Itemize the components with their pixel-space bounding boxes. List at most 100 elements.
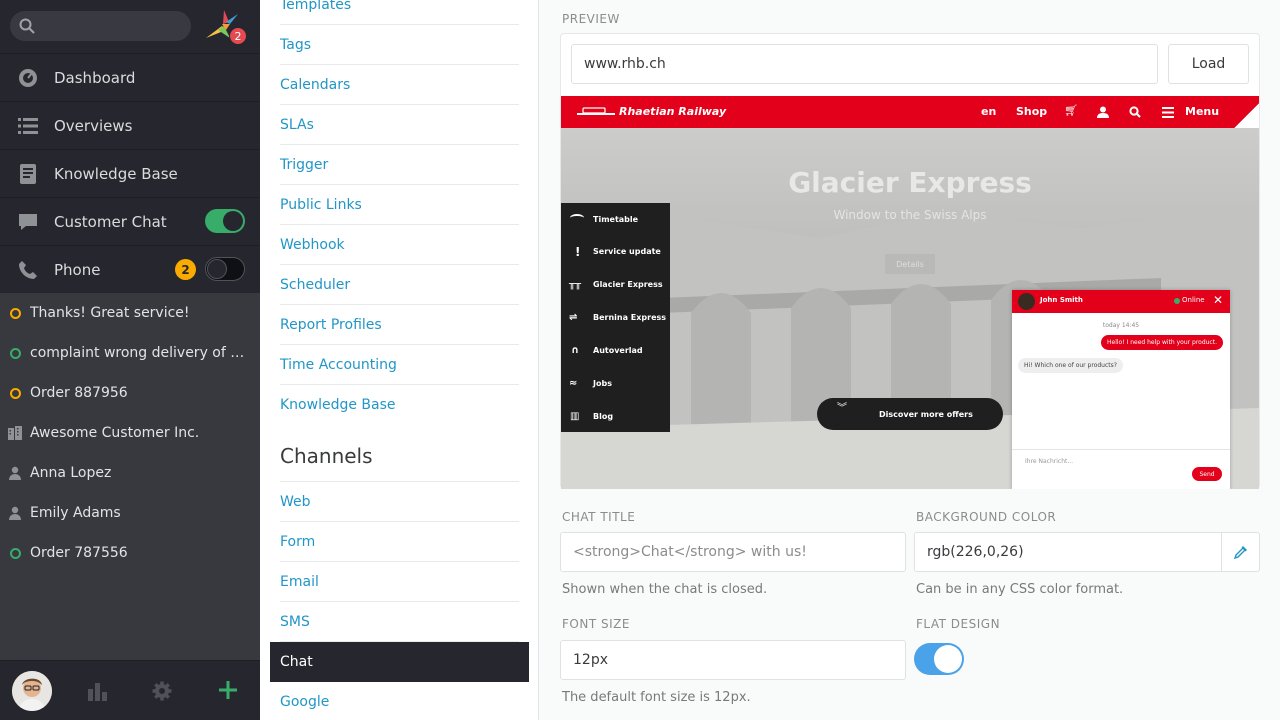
task-label: Anna Lopez bbox=[30, 465, 112, 481]
task-item[interactable]: Thanks! Great service! bbox=[0, 293, 260, 333]
side-menu-item[interactable]: ⇌ Bernina Express bbox=[561, 301, 670, 334]
channel-link-email[interactable]: Email bbox=[280, 562, 519, 602]
add-icon[interactable] bbox=[218, 680, 238, 700]
settings-link-trigger[interactable]: Trigger bbox=[280, 145, 519, 185]
ticket-open-icon bbox=[10, 348, 21, 359]
task-item[interactable]: Awesome Customer Inc. bbox=[0, 413, 260, 453]
language-link[interactable]: en bbox=[981, 105, 996, 118]
channel-link-chat[interactable]: Chat bbox=[270, 642, 529, 682]
settings-link-slas[interactable]: SLAs bbox=[280, 105, 519, 145]
settings-link-knowledge-base[interactable]: Knowledge Base bbox=[280, 385, 519, 425]
agent-name: John Smith bbox=[1040, 296, 1083, 304]
shop-link[interactable]: Shop bbox=[1016, 105, 1047, 118]
nav-label: Customer Chat bbox=[54, 212, 167, 231]
nav-label: Phone bbox=[54, 260, 101, 279]
nav-overviews[interactable]: Overviews bbox=[0, 102, 260, 149]
preview-label: PREVIEW bbox=[562, 12, 620, 26]
settings-link-calendars[interactable]: Calendars bbox=[280, 65, 519, 105]
chat-title-hint: Shown when the chat is closed. bbox=[562, 582, 768, 597]
font-size-input[interactable]: 12px bbox=[560, 640, 906, 680]
nav-dashboard[interactable]: Dashboard bbox=[0, 54, 260, 101]
side-menu-label: Service update bbox=[593, 247, 661, 256]
side-menu-label: Autoverlad bbox=[593, 346, 643, 355]
list-icon bbox=[16, 114, 40, 138]
blog-icon: ▥ bbox=[570, 410, 580, 422]
cart-icon[interactable]: 🛒︎ bbox=[1064, 104, 1078, 117]
channel-link-sms[interactable]: SMS bbox=[280, 602, 519, 642]
phone-toggle[interactable] bbox=[205, 257, 245, 281]
nav-label: Overviews bbox=[54, 116, 133, 135]
side-menu-item[interactable]: ╥╥ Glacier Express bbox=[561, 268, 670, 301]
chat-input-divider bbox=[1012, 449, 1230, 450]
settings-link-templates[interactable]: Templates bbox=[280, 0, 519, 25]
nav-knowledge-base[interactable]: Knowledge Base bbox=[0, 150, 260, 197]
header-corner-shape bbox=[1229, 96, 1259, 128]
agent-status: Online bbox=[1182, 296, 1205, 304]
search-field[interactable] bbox=[10, 11, 191, 41]
search-icon[interactable] bbox=[1129, 106, 1141, 118]
settings-link-time-accounting[interactable]: Time Accounting bbox=[280, 345, 519, 385]
task-label: Thanks! Great service! bbox=[30, 305, 190, 321]
eyedropper-icon bbox=[1233, 546, 1247, 559]
side-menu-label: Bernina Express bbox=[593, 313, 667, 322]
brand-name: Rhaetian Railway bbox=[619, 105, 727, 118]
website-preview: Glacier Express Window to the Swiss Alps… bbox=[561, 96, 1259, 489]
task-item[interactable]: Emily Adams bbox=[0, 493, 260, 533]
hamburger-icon[interactable] bbox=[1162, 107, 1174, 118]
nav-phone[interactable]: Phone 2 bbox=[0, 246, 260, 293]
details-button[interactable]: Details bbox=[885, 254, 935, 274]
train-icon: ⇌ bbox=[569, 312, 578, 323]
site-side-menu: Timetable ! Service update ╥╥ Glacier Expr… bbox=[561, 203, 670, 432]
color-picker-button[interactable] bbox=[1221, 533, 1259, 571]
task-item[interactable]: complaint wrong delivery of order 887956 bbox=[0, 333, 260, 373]
chat-message-agent: Hi! Which one of our products? bbox=[1018, 358, 1123, 373]
website-header: Rhaetian Railway en Shop 🛒︎ Menu bbox=[561, 96, 1259, 128]
channels-heading: Channels bbox=[280, 444, 373, 468]
load-button[interactable]: Load bbox=[1168, 44, 1249, 84]
nav-label: Dashboard bbox=[54, 68, 136, 87]
side-menu-label: Jobs bbox=[593, 379, 612, 388]
task-item[interactable]: Order 787556 bbox=[0, 533, 260, 573]
chat-message-input[interactable]: Ihre Nachricht... bbox=[1025, 458, 1073, 465]
task-label: Order 787556 bbox=[30, 545, 128, 561]
chat-title-input[interactable]: <strong>Chat</strong> with us! bbox=[560, 532, 906, 572]
customer-chat-toggle[interactable] bbox=[205, 209, 245, 233]
side-menu-item[interactable]: ! Service update bbox=[561, 235, 670, 268]
preview-url-input[interactable]: www.rhb.ch bbox=[571, 44, 1158, 84]
side-menu-item[interactable]: Timetable bbox=[561, 203, 670, 235]
side-menu-item[interactable]: ∩ Autoverlad bbox=[561, 334, 670, 367]
reports-icon[interactable] bbox=[87, 681, 107, 701]
toggle-knob bbox=[934, 645, 962, 673]
discover-offers-button[interactable]: ︾ Discover more offers bbox=[817, 398, 1003, 430]
channel-link-web[interactable]: Web bbox=[280, 482, 519, 522]
channel-link-google[interactable]: Google bbox=[280, 682, 519, 720]
nav-customer-chat[interactable]: Customer Chat bbox=[0, 198, 260, 245]
task-item[interactable]: Order 887956 bbox=[0, 373, 260, 413]
background-color-input[interactable]: rgb(226,0,26) bbox=[914, 532, 1260, 572]
side-menu-item[interactable]: ≈ Jobs bbox=[561, 367, 670, 400]
gear-icon[interactable] bbox=[152, 681, 172, 701]
task-label: Order 887956 bbox=[30, 385, 128, 401]
chat-send-button[interactable]: Send bbox=[1192, 467, 1222, 481]
task-label: Awesome Customer Inc. bbox=[30, 425, 200, 441]
font-size-hint: The default font size is 12px. bbox=[562, 690, 751, 705]
settings-link-tags[interactable]: Tags bbox=[280, 25, 519, 65]
chat-widget: John Smith Online ✕ today 14:45 Hello! I… bbox=[1012, 290, 1230, 489]
avatar[interactable] bbox=[12, 671, 52, 711]
task-item[interactable]: Anna Lopez bbox=[0, 453, 260, 493]
menu-link[interactable]: Menu bbox=[1185, 105, 1219, 118]
settings-link-public-links[interactable]: Public Links bbox=[280, 185, 519, 225]
chat-widget-header[interactable]: John Smith Online ✕ bbox=[1012, 290, 1230, 313]
close-icon[interactable]: ✕ bbox=[1213, 293, 1223, 307]
alert-icon: ! bbox=[575, 244, 581, 259]
side-menu-item[interactable]: ▥ Blog bbox=[561, 400, 670, 432]
settings-link-report-profiles[interactable]: Report Profiles bbox=[280, 305, 519, 345]
channel-link-form[interactable]: Form bbox=[280, 522, 519, 562]
settings-link-scheduler[interactable]: Scheduler bbox=[280, 265, 519, 305]
online-dot-icon bbox=[1174, 298, 1180, 304]
book-icon bbox=[16, 162, 40, 186]
user-account-icon[interactable] bbox=[1097, 106, 1109, 118]
settings-link-webhook[interactable]: Webhook bbox=[280, 225, 519, 265]
preview-panel: www.rhb.ch Load Glacier Express Window t… bbox=[560, 33, 1260, 489]
flat-design-toggle[interactable] bbox=[914, 643, 964, 675]
